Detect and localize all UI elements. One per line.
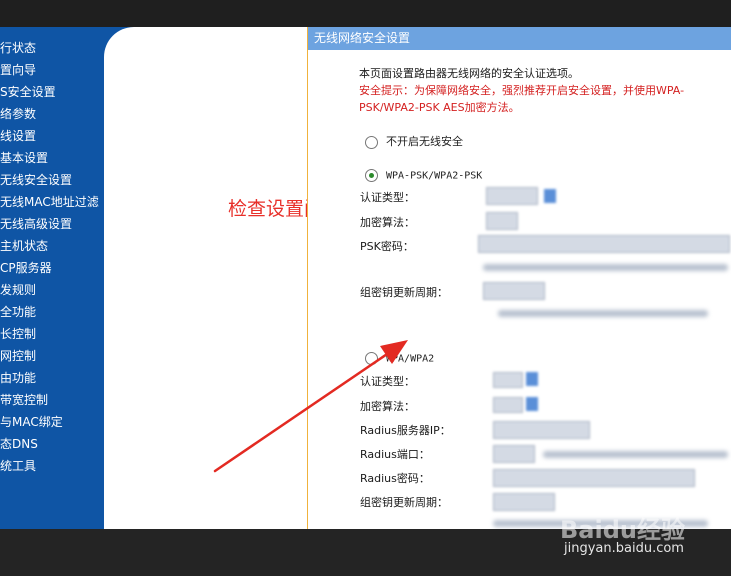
baidu-watermark: Baidu经验 jingyan.baidu.com	[560, 510, 730, 560]
baidu-logo: Baidu经验	[560, 516, 685, 544]
annotation-arrow-icon	[213, 340, 408, 473]
watermark-url: jingyan.baidu.com	[564, 541, 684, 556]
